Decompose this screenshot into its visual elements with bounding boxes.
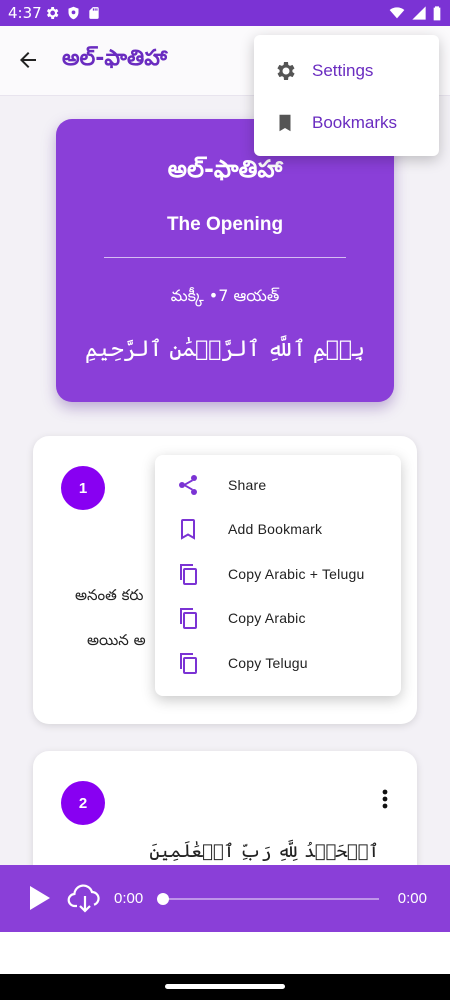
menu-item-label: Copy Telugu	[228, 655, 308, 671]
page-title: అల్-ఫాతిహా	[62, 46, 167, 71]
share-icon	[175, 472, 201, 498]
bookmark-outline-icon	[175, 516, 201, 542]
cloud-download-icon	[67, 884, 100, 913]
home-gesture-handle[interactable]	[165, 984, 285, 989]
menu-item-copy-telugu[interactable]: Copy Telugu	[155, 641, 401, 685]
surah-meta: మక్కీ •7 ఆయత్	[170, 286, 280, 305]
menu-item-label: Add Bookmark	[228, 521, 323, 537]
back-button[interactable]	[14, 46, 42, 74]
menu-item-copy-arabic-telugu[interactable]: Copy Arabic + Telugu	[155, 552, 401, 596]
surah-header-card: అల్-ఫాతిహా The Opening మక్కీ •7 ఆయత్ بِس…	[56, 119, 394, 402]
overflow-menu: Settings Bookmarks	[254, 35, 439, 156]
more-vertical-icon	[382, 789, 388, 809]
verse-number-badge: 1	[61, 466, 105, 510]
menu-item-label: Settings	[312, 61, 374, 80]
copy-icon	[175, 605, 201, 631]
menu-item-bookmarks[interactable]: Bookmarks	[254, 97, 439, 149]
menu-item-label: Copy Arabic	[228, 610, 306, 626]
verse-telugu-text: అయిన అ	[87, 631, 146, 649]
download-button[interactable]	[66, 881, 104, 915]
verse-number-badge: 2	[61, 781, 105, 825]
seek-bar[interactable]	[157, 893, 379, 905]
signal-icon	[412, 6, 426, 20]
status-bar: 4:37	[0, 0, 450, 26]
menu-item-add-bookmark[interactable]: Add Bookmark	[155, 507, 401, 551]
status-icons-right	[388, 5, 442, 21]
verse-more-button[interactable]	[375, 787, 395, 811]
copy-icon	[175, 561, 201, 587]
bookmark-icon	[272, 110, 298, 136]
bottom-spacer	[0, 932, 450, 974]
menu-item-label: Bookmarks	[312, 113, 398, 132]
wifi-icon	[389, 7, 405, 19]
status-icons-left	[44, 5, 101, 21]
total-time: 0:00	[397, 890, 427, 907]
battery-icon	[433, 6, 441, 21]
copy-icon	[175, 650, 201, 676]
shield-status-icon	[68, 6, 79, 20]
play-icon	[30, 886, 50, 910]
system-nav-bar	[0, 974, 450, 1000]
verse-arabic-text: ٱلۡحَمۡدُ لِلَّهِ رَبِّ ٱلۡعَٰلَمِينَ	[149, 841, 379, 862]
sd-card-status-icon	[89, 7, 99, 19]
current-time: 0:00	[114, 890, 144, 907]
verse-context-menu: Share Add Bookmark Copy Arabic + Telugu …	[155, 455, 401, 696]
menu-item-label: Copy Arabic + Telugu	[228, 566, 365, 582]
surah-name-english: The Opening	[166, 214, 284, 235]
audio-player: 0:00 0:00	[0, 865, 450, 932]
bismillah-text: بِسۡمِ ٱللَّهِ ٱلرَّحۡمَٰنِ ٱلرَّحِيمِ	[84, 337, 366, 362]
menu-item-share[interactable]: Share	[155, 463, 401, 507]
header-divider	[104, 257, 346, 258]
arrow-left-icon	[20, 52, 36, 68]
menu-item-settings[interactable]: Settings	[254, 45, 439, 97]
gear-icon	[272, 58, 298, 84]
seek-thumb[interactable]	[157, 893, 169, 905]
surah-name-telugu: అల్-ఫాతిహా	[167, 155, 283, 183]
menu-item-label: Share	[228, 477, 267, 493]
gear-status-icon	[46, 7, 59, 19]
status-time: 4:37	[8, 4, 42, 22]
verse-telugu-text: అనంత కరు	[75, 586, 144, 604]
menu-item-copy-arabic[interactable]: Copy Arabic	[155, 596, 401, 640]
play-button[interactable]	[24, 883, 54, 913]
